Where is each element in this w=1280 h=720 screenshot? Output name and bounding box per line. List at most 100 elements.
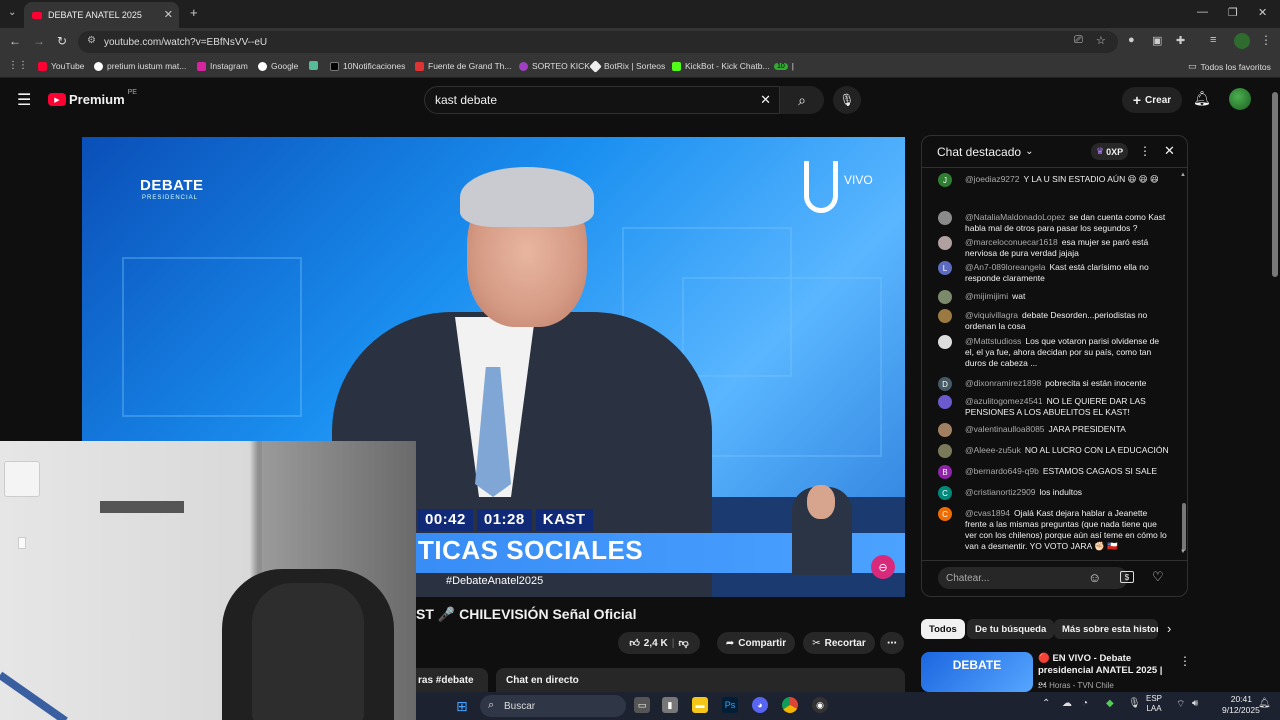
- chat-avatar[interactable]: [938, 423, 952, 437]
- microphone-icon[interactable]: 🎙: [1128, 698, 1141, 709]
- browser-tab[interactable]: DEBATE ANATEL 2025 ✕: [24, 2, 179, 28]
- volume-icon[interactable]: 🔊︎: [1192, 698, 1198, 709]
- chat-avatar[interactable]: C: [938, 486, 952, 500]
- chat-username[interactable]: @valentinaulloa8085: [965, 424, 1045, 434]
- reading-list-icon[interactable]: ≡: [1210, 34, 1216, 46]
- browser-menu-icon[interactable]: ⋮: [1260, 33, 1272, 47]
- emoji-icon[interactable]: ☺: [1088, 570, 1101, 585]
- forward-icon[interactable]: →: [33, 34, 45, 48]
- chip-more-story[interactable]: Más sobre esta histor: [1054, 619, 1158, 639]
- tray-chevron-icon[interactable]: ⌃: [1042, 698, 1050, 709]
- close-chat-icon[interactable]: ✕: [1164, 143, 1175, 159]
- recommended-channel[interactable]: 24 Horas - TVN Chile: [1038, 681, 1114, 690]
- chevron-down-icon[interactable]: ⌄: [1025, 146, 1033, 157]
- bookmark-colorful-icon[interactable]: [309, 61, 318, 70]
- hamburger-menu-icon[interactable]: ☰: [17, 90, 31, 110]
- recommended-thumbnail[interactable]: DEBATE: [921, 652, 1033, 692]
- scroll-down-arrow-icon[interactable]: ▼: [1180, 549, 1186, 555]
- chat-avatar[interactable]: [938, 290, 952, 304]
- profile-avatar[interactable]: [1234, 33, 1250, 49]
- create-button[interactable]: + Crear: [1122, 87, 1182, 113]
- url-field[interactable]: ⚙ youtube.com/watch?v=EBfNsVV--eU ⎚ ☆: [78, 31, 1118, 53]
- cast-icon[interactable]: ⎚: [1074, 34, 1083, 47]
- thumbs-up-icon[interactable]: 👍︎: [629, 637, 639, 649]
- obs-icon[interactable]: ◉: [812, 697, 828, 713]
- chat-avatar[interactable]: [938, 236, 952, 250]
- bookmark-10notificaciones[interactable]: 10Notificaciones: [330, 61, 405, 71]
- bookmark-botrix[interactable]: BotRix | Sorteos: [589, 59, 665, 73]
- tab-search-icon[interactable]: ⌄: [8, 7, 16, 18]
- app-icon[interactable]: ▮: [662, 697, 678, 713]
- bookmark-pretium[interactable]: pretium iustum mat...: [94, 61, 186, 71]
- chat-username[interactable]: @cristianortiz2909: [965, 487, 1036, 497]
- clip-button[interactable]: ✂ Recortar: [803, 632, 875, 654]
- chat-avatar[interactable]: J: [938, 173, 952, 187]
- discord-icon[interactable]: ◕: [752, 697, 768, 713]
- chat-avatar[interactable]: [938, 309, 952, 323]
- bookmark-kickbot[interactable]: KickBot - Kick Chatb...: [672, 61, 770, 71]
- bookmark-star-icon[interactable]: ☆: [1096, 34, 1106, 47]
- bookmark-sorteo-kick[interactable]: SORTEO KICK: [519, 61, 590, 71]
- chat-avatar[interactable]: D: [938, 377, 952, 391]
- bookmark-google[interactable]: Google: [258, 61, 298, 71]
- file-explorer-icon[interactable]: ▬: [692, 697, 708, 713]
- bookmark-fuente[interactable]: Fuente de Grand Th...: [415, 61, 511, 71]
- chevron-right-icon[interactable]: ›: [1167, 621, 1171, 636]
- chip-all[interactable]: Todos: [921, 619, 965, 639]
- chat-avatar[interactable]: C: [938, 507, 952, 521]
- close-tab-icon[interactable]: ✕: [164, 8, 173, 21]
- chat-avatar[interactable]: [938, 395, 952, 409]
- extension-icon[interactable]: ●: [1128, 34, 1135, 46]
- page-scrollbar[interactable]: [1272, 92, 1278, 277]
- chat-menu-icon[interactable]: ⋮: [1139, 144, 1151, 158]
- search-button[interactable]: ⌕: [780, 86, 824, 114]
- scroll-up-arrow-icon[interactable]: ▲: [1180, 172, 1186, 178]
- extension-2-icon[interactable]: ▣: [1152, 34, 1162, 47]
- recommended-menu-icon[interactable]: ⋮: [1179, 654, 1191, 668]
- photoshop-icon[interactable]: Ps: [722, 697, 738, 713]
- wifi-icon[interactable]: ⌔: [1176, 698, 1185, 711]
- share-button[interactable]: ➦ Compartir: [717, 632, 795, 654]
- tray-app-icon[interactable]: ☁: [1062, 698, 1072, 709]
- site-info-icon[interactable]: ⚙: [87, 35, 96, 46]
- chat-username[interactable]: @azulitogomez4541: [965, 396, 1043, 406]
- more-actions-button[interactable]: ⋯: [880, 632, 904, 654]
- chat-username[interactable]: @Aleee-zu5uk: [965, 445, 1021, 455]
- chrome-icon[interactable]: [782, 697, 798, 713]
- back-icon[interactable]: ←: [9, 34, 21, 48]
- chat-username[interactable]: @dixonramirez1898: [965, 378, 1041, 388]
- all-bookmarks[interactable]: ▭ Todos los favoritos: [1188, 61, 1271, 72]
- reload-icon[interactable]: ↻: [57, 34, 67, 48]
- youtube-logo[interactable]: ▶ Premium PE: [48, 89, 137, 107]
- bookmark-youtube[interactable]: YouTube: [38, 61, 84, 71]
- voice-search-button[interactable]: 🎙: [833, 86, 861, 114]
- taskbar-search[interactable]: ⌕ Buscar: [480, 695, 626, 717]
- chat-username[interactable]: @viquivillagra: [965, 310, 1018, 320]
- language-indicator[interactable]: ESP LAA: [1146, 694, 1162, 714]
- chat-avatar[interactable]: [938, 335, 952, 349]
- chat-username[interactable]: @Mattstudioss: [965, 336, 1021, 346]
- thumbs-down-icon[interactable]: 👎︎: [679, 637, 689, 649]
- puzzle-icon[interactable]: ✚: [1176, 34, 1185, 47]
- chat-username[interactable]: @bernardo649-q9b: [965, 466, 1039, 476]
- chat-scrollbar[interactable]: [1182, 503, 1186, 551]
- clear-search-icon[interactable]: ✕: [760, 92, 771, 108]
- task-view-icon[interactable]: ▭: [634, 697, 650, 713]
- chat-username[interactable]: @mijimijimi: [965, 291, 1008, 301]
- chat-username[interactable]: @marceloconuecar1618: [965, 237, 1058, 247]
- description-box[interactable]: ras #debate: [416, 668, 488, 692]
- heart-icon[interactable]: ♡: [1152, 569, 1164, 585]
- windows-start-icon[interactable]: ⊞: [456, 698, 468, 715]
- chat-avatar[interactable]: [938, 211, 952, 225]
- chat-avatar[interactable]: B: [938, 465, 952, 479]
- notifications-bell-icon[interactable]: 🔔︎: [1193, 90, 1211, 107]
- clock[interactable]: 20:41 9/12/2025: [1222, 694, 1260, 716]
- maximize-icon[interactable]: ❐: [1228, 6, 1238, 19]
- bookmark-badge[interactable]: 10 |: [774, 61, 794, 71]
- super-chat-icon[interactable]: $: [1120, 571, 1134, 583]
- minimize-icon[interactable]: —: [1197, 6, 1208, 18]
- live-chat-replay-toggle[interactable]: Chat en directo: [496, 668, 905, 692]
- chat-username[interactable]: @cvas1894: [965, 508, 1010, 518]
- apps-grid-icon[interactable]: ⋮⋮: [8, 60, 28, 71]
- chat-mode-dropdown[interactable]: Chat destacado: [937, 145, 1021, 159]
